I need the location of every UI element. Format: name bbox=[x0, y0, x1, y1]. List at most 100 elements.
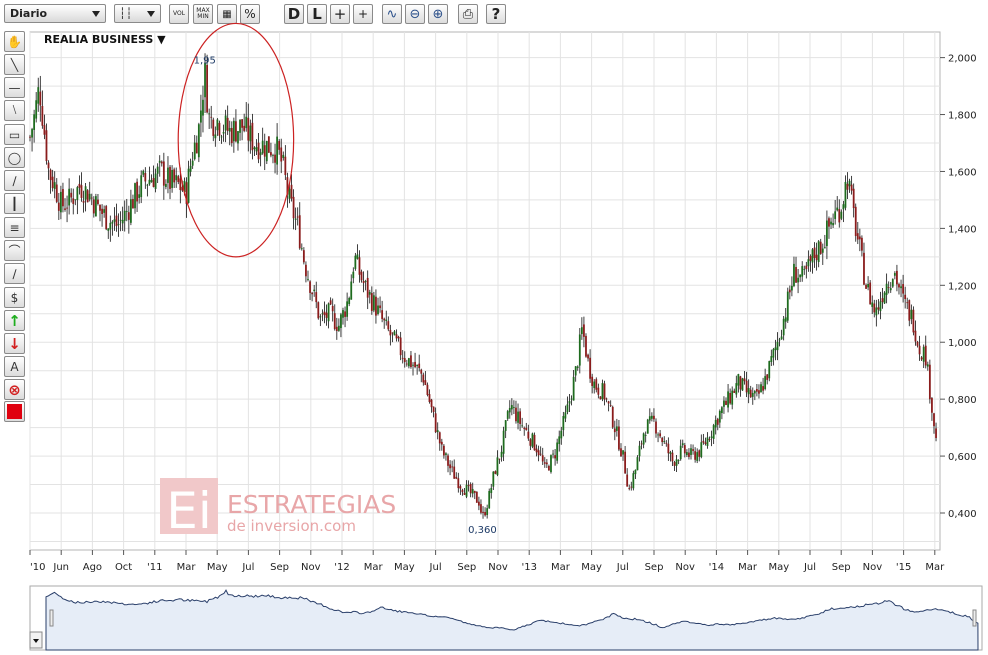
candle-body bbox=[360, 271, 363, 281]
x-tick-label: '10 bbox=[30, 562, 45, 573]
candle-body bbox=[838, 209, 841, 223]
candle-body bbox=[59, 191, 62, 213]
candle-body bbox=[706, 437, 709, 446]
y-tick-label: 0,600 bbox=[948, 452, 977, 463]
candle-body bbox=[276, 136, 279, 165]
candle-body bbox=[101, 208, 103, 214]
candle-body bbox=[762, 386, 764, 391]
candle-body bbox=[189, 165, 192, 172]
candle-body bbox=[506, 411, 509, 419]
candle-body bbox=[311, 292, 314, 295]
candle-body bbox=[743, 378, 746, 382]
candle-body bbox=[564, 412, 567, 419]
candle-body bbox=[51, 176, 54, 189]
candle-body bbox=[871, 302, 874, 307]
candle-body bbox=[578, 334, 581, 366]
candle-body bbox=[467, 485, 470, 487]
candle-body bbox=[445, 453, 447, 455]
candle-body bbox=[908, 300, 911, 321]
candle-body bbox=[49, 169, 52, 181]
candle-body bbox=[64, 208, 66, 210]
candle-body bbox=[463, 492, 466, 495]
candle-body bbox=[545, 462, 548, 465]
candle-body bbox=[41, 105, 44, 126]
candle-body bbox=[327, 303, 330, 322]
candle-body bbox=[393, 331, 396, 336]
candle-body bbox=[29, 136, 31, 138]
candle-body bbox=[914, 330, 917, 342]
candle-body bbox=[278, 141, 281, 150]
x-tick-label: Nov bbox=[301, 562, 321, 573]
candle-body bbox=[255, 147, 258, 152]
candle-body bbox=[469, 483, 472, 494]
candle-body bbox=[132, 198, 134, 209]
candle-body bbox=[828, 218, 830, 227]
candle-body bbox=[280, 147, 283, 162]
candle-body bbox=[216, 119, 219, 131]
candle-body bbox=[214, 134, 217, 139]
candle-body bbox=[788, 289, 791, 293]
candle-body bbox=[774, 347, 777, 351]
navigator-left-handle bbox=[49, 609, 54, 627]
candle-body bbox=[160, 161, 163, 164]
candle-body bbox=[200, 110, 202, 123]
y-tick-label: 2,000 bbox=[948, 54, 977, 65]
candle-body bbox=[494, 471, 497, 474]
candle-body bbox=[305, 264, 307, 277]
candle-body bbox=[154, 173, 157, 189]
x-tick-label: '13 bbox=[521, 562, 536, 573]
candle-body bbox=[447, 455, 449, 466]
candle-body bbox=[144, 173, 147, 182]
candle-body bbox=[78, 183, 81, 188]
candle-body bbox=[791, 285, 793, 291]
x-tick-label: May bbox=[394, 562, 415, 573]
candle-body bbox=[321, 313, 324, 315]
candle-body bbox=[47, 162, 50, 169]
candle-body bbox=[80, 185, 83, 198]
candle-body bbox=[103, 209, 106, 213]
candle-body bbox=[195, 142, 198, 154]
candle-body bbox=[858, 236, 861, 240]
candle-body bbox=[821, 248, 824, 253]
candle-body bbox=[867, 283, 869, 288]
candle-body bbox=[193, 142, 196, 160]
candle-body bbox=[31, 129, 33, 138]
candle-body bbox=[478, 501, 480, 506]
candle-body bbox=[574, 366, 577, 376]
candle-body bbox=[543, 462, 546, 464]
candle-body bbox=[455, 476, 458, 479]
candle-body bbox=[525, 427, 528, 431]
candle-body bbox=[366, 277, 369, 298]
chart-title[interactable]: REALIA BUSINESS ▼ bbox=[44, 33, 166, 46]
candle-body bbox=[747, 388, 750, 395]
candle-body bbox=[319, 316, 322, 318]
candle-body bbox=[632, 473, 635, 489]
x-tick-label: '11 bbox=[147, 562, 162, 573]
candle-body bbox=[109, 222, 112, 230]
x-tick-label: Mar bbox=[925, 562, 945, 573]
candle-body bbox=[156, 166, 159, 174]
candle-body bbox=[725, 400, 727, 405]
candle-body bbox=[274, 154, 276, 163]
x-tick-label: Mar bbox=[364, 562, 384, 573]
candle-body bbox=[628, 488, 631, 489]
x-tick-label: Jul bbox=[429, 562, 442, 573]
candle-body bbox=[342, 310, 344, 318]
candle-body bbox=[377, 305, 379, 314]
candle-body bbox=[550, 455, 552, 473]
candle-body bbox=[902, 284, 905, 294]
candle-body bbox=[486, 508, 489, 515]
y-tick-label: 1,600 bbox=[948, 167, 977, 178]
candle-body bbox=[630, 486, 633, 488]
candle-body bbox=[848, 180, 851, 187]
candle-body bbox=[226, 117, 229, 131]
candle-body bbox=[626, 474, 629, 487]
candle-body bbox=[815, 254, 818, 261]
candle-body bbox=[84, 186, 87, 200]
price-chart[interactable]: Ei ESTRATEGIAS de inversion.com 2,000 1,8… bbox=[0, 0, 988, 655]
candle-body bbox=[795, 267, 797, 283]
candle-body bbox=[356, 254, 359, 259]
candle-body bbox=[230, 127, 233, 144]
candle-body bbox=[749, 389, 752, 398]
candle-body bbox=[583, 324, 585, 337]
